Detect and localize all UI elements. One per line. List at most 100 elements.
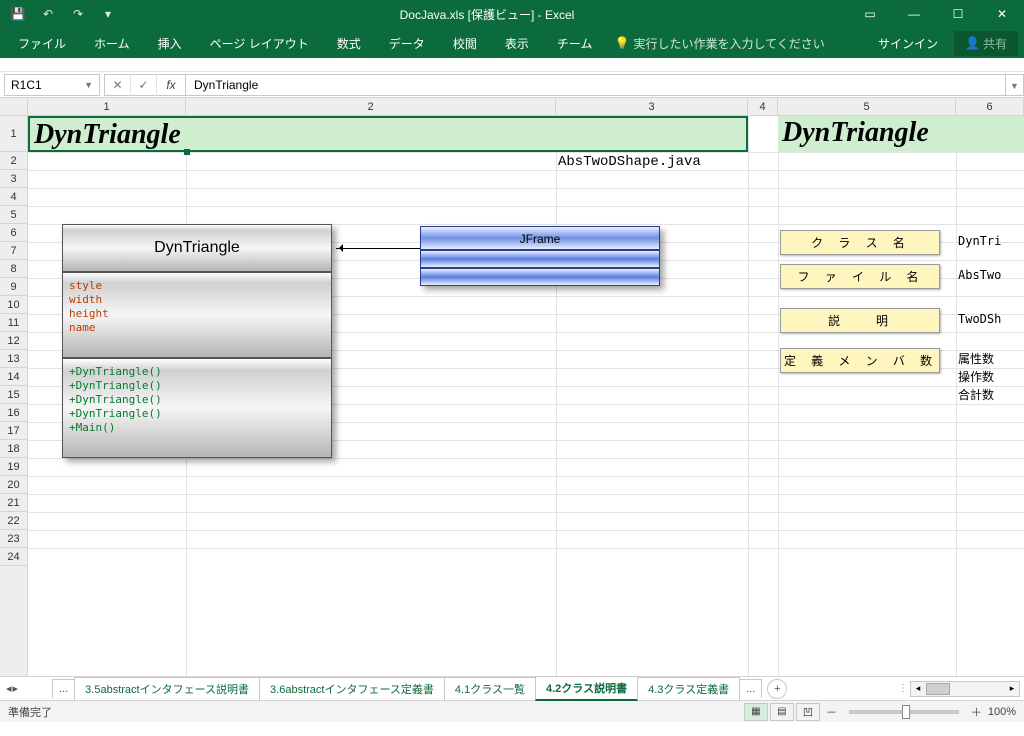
- row-header[interactable]: 15: [0, 386, 27, 404]
- column-headers: 1 2 3 4 5 6: [28, 98, 1024, 116]
- uml-class-box[interactable]: DynTriangle style width height name +Dyn…: [62, 224, 332, 458]
- tab-view[interactable]: 表示: [493, 31, 541, 56]
- status-ready: 準備完了: [8, 704, 52, 720]
- tab-overflow-left[interactable]: ...: [52, 679, 75, 698]
- row-header[interactable]: 10: [0, 296, 27, 314]
- tab-review[interactable]: 校閲: [441, 31, 489, 56]
- col-header[interactable]: 1: [28, 98, 186, 115]
- zoom-knob[interactable]: [902, 705, 910, 719]
- label-description: 説 明: [780, 308, 940, 333]
- close-button[interactable]: ✕: [980, 0, 1024, 28]
- signin-link[interactable]: サインイン: [866, 31, 950, 56]
- tab-data[interactable]: データ: [377, 31, 437, 56]
- uml-jframe-ops: [420, 268, 660, 286]
- row-header[interactable]: 4: [0, 188, 27, 206]
- tab-nav-first[interactable]: ◂: [6, 682, 12, 695]
- uml-jframe-box[interactable]: JFrame: [420, 226, 660, 286]
- share-button[interactable]: 👤 共有: [954, 31, 1018, 56]
- row-header[interactable]: 24: [0, 548, 27, 566]
- tab-nav-prev[interactable]: ▸: [13, 682, 19, 695]
- tab-insert[interactable]: 挿入: [146, 31, 194, 56]
- fx-icon[interactable]: fx: [157, 78, 185, 92]
- tab-home[interactable]: ホーム: [82, 31, 142, 56]
- window-title: DocJava.xls [保護ビュー] - Excel: [126, 6, 848, 23]
- undo-button[interactable]: ↶: [36, 3, 60, 25]
- chevron-down-icon: ▼: [84, 80, 93, 90]
- enter-formula-button[interactable]: ✓: [131, 74, 157, 96]
- tab-team[interactable]: チーム: [545, 31, 605, 56]
- status-bar: 準備完了 ▦ ▤ 凹 － ＋ 100%: [0, 700, 1024, 722]
- row-header[interactable]: 6: [0, 224, 27, 242]
- row-header[interactable]: 7: [0, 242, 27, 260]
- uml-operation: +DynTriangle(): [69, 379, 325, 393]
- tab-pagelayout[interactable]: ページ レイアウト: [198, 31, 321, 56]
- scroll-right-icon[interactable]: ▸: [1005, 683, 1019, 694]
- fill-handle[interactable]: [184, 149, 190, 155]
- sheet-tab-active[interactable]: 4.2クラス説明書: [535, 676, 638, 701]
- quick-access-toolbar: 💾 ↶ ↷ ▾: [0, 3, 126, 25]
- scroll-left-icon[interactable]: ◂: [911, 683, 925, 694]
- row-header[interactable]: 8: [0, 260, 27, 278]
- row-header[interactable]: 23: [0, 530, 27, 548]
- row-header[interactable]: 16: [0, 404, 27, 422]
- view-normal-button[interactable]: ▦: [744, 703, 768, 721]
- zoom-slider[interactable]: [849, 710, 959, 714]
- sheet-tab[interactable]: 3.5abstractインタフェース説明書: [74, 677, 260, 700]
- row-header[interactable]: 20: [0, 476, 27, 494]
- scroll-thumb[interactable]: [926, 683, 950, 695]
- grid-area[interactable]: 1 2 3 4 5 6 DynTriangle: [28, 98, 1024, 676]
- sheet-title-cell-right[interactable]: DynTriangle: [778, 116, 1024, 152]
- tab-overflow-right[interactable]: ...: [739, 679, 762, 698]
- save-icon: 💾: [11, 7, 26, 21]
- row-header[interactable]: 18: [0, 440, 27, 458]
- formula-expand-button[interactable]: ▼: [1006, 74, 1024, 96]
- row-header[interactable]: 5: [0, 206, 27, 224]
- horizontal-scrollbar[interactable]: ◂ ▸: [910, 681, 1020, 697]
- row-header[interactable]: 1: [0, 116, 27, 152]
- sheet-tab[interactable]: 4.3クラス定義書: [637, 677, 740, 700]
- save-button[interactable]: 💾: [6, 3, 30, 25]
- view-pagebreak-button[interactable]: 凹: [796, 703, 820, 721]
- ribbon-spacer-strip: [0, 58, 1024, 72]
- maximize-button[interactable]: ☐: [936, 0, 980, 28]
- row-header[interactable]: 22: [0, 512, 27, 530]
- minimize-button[interactable]: —: [892, 0, 936, 28]
- row-header[interactable]: 13: [0, 350, 27, 368]
- tell-me-search[interactable]: 💡 実行したい作業を入力してください: [608, 35, 830, 52]
- row-header[interactable]: 12: [0, 332, 27, 350]
- formula-input[interactable]: [185, 74, 1006, 96]
- worksheet-area: 1 2 3 4 5 6 7 8 9 10 11 12 13 14 15 16 1…: [0, 98, 1024, 676]
- tab-formulas[interactable]: 数式: [325, 31, 373, 56]
- name-box[interactable]: R1C1 ▼: [4, 74, 100, 96]
- col-header[interactable]: 2: [186, 98, 556, 115]
- zoom-in-button[interactable]: ＋: [971, 704, 982, 720]
- sheet-tab[interactable]: 4.1クラス一覧: [444, 677, 536, 700]
- sheet-tab[interactable]: 3.6abstractインタフェース定義書: [259, 677, 445, 700]
- zoom-out-button[interactable]: －: [826, 704, 837, 720]
- col-header[interactable]: 3: [556, 98, 748, 115]
- col-header[interactable]: 5: [778, 98, 956, 115]
- col-header[interactable]: 4: [748, 98, 778, 115]
- view-pagelayout-button[interactable]: ▤: [770, 703, 794, 721]
- row-header[interactable]: 3: [0, 170, 27, 188]
- row-header[interactable]: 9: [0, 278, 27, 296]
- tab-file[interactable]: ファイル: [6, 31, 78, 56]
- col-header[interactable]: 6: [956, 98, 1024, 115]
- cancel-formula-button[interactable]: ✕: [105, 74, 131, 96]
- row-header[interactable]: 21: [0, 494, 27, 512]
- sheet-tabs-bar: ◂ ▸ ... 3.5abstractインタフェース説明書 3.6abstrac…: [0, 676, 1024, 700]
- row-header[interactable]: 2: [0, 152, 27, 170]
- redo-button[interactable]: ↷: [66, 3, 90, 25]
- qat-custom-button[interactable]: ▾: [96, 3, 120, 25]
- row-header[interactable]: 19: [0, 458, 27, 476]
- row-header[interactable]: 17: [0, 422, 27, 440]
- zoom-level[interactable]: 100%: [988, 706, 1016, 718]
- new-sheet-button[interactable]: +: [767, 679, 787, 699]
- tab-split-handle[interactable]: ⋮: [898, 683, 908, 694]
- row-header[interactable]: 11: [0, 314, 27, 332]
- sheet-title-cell[interactable]: DynTriangle: [28, 116, 748, 152]
- uml-attribute: style: [69, 279, 325, 293]
- ribbon-display-button[interactable]: ▭: [848, 0, 892, 28]
- row-header[interactable]: 14: [0, 368, 27, 386]
- select-all-button[interactable]: [0, 98, 27, 116]
